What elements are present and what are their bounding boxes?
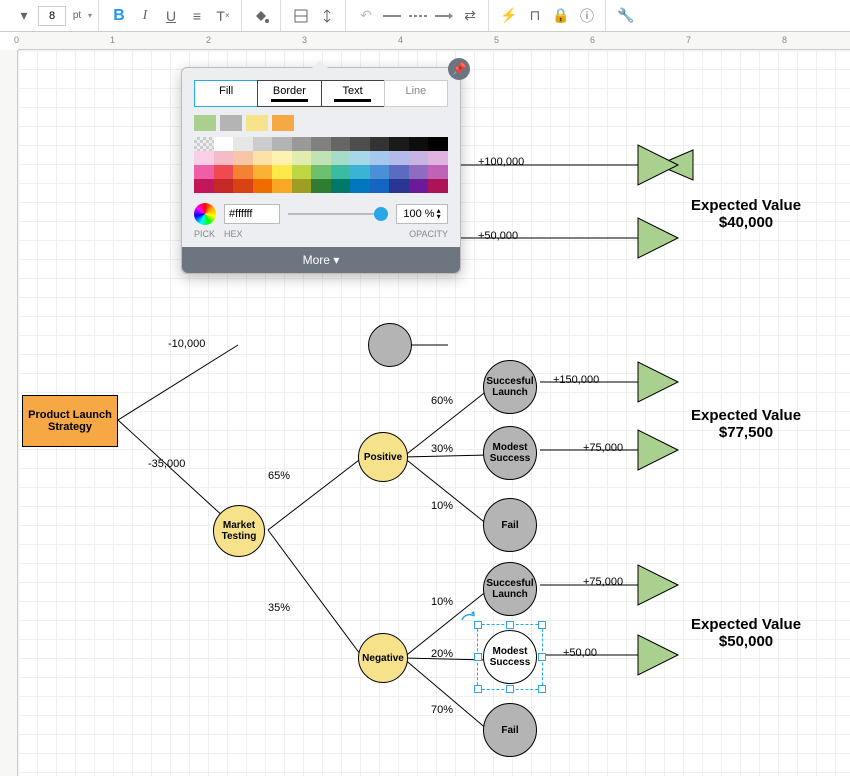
underline-button[interactable]: U xyxy=(159,4,183,28)
swatch[interactable] xyxy=(220,115,242,131)
pct-label: 20% xyxy=(431,648,453,660)
node-fail-1[interactable]: Fail xyxy=(483,498,537,552)
opacity-input[interactable]: 100 %▴▾ xyxy=(396,204,448,224)
swap-icon[interactable]: ⇄ xyxy=(458,4,482,28)
tab-border[interactable]: Border xyxy=(257,80,321,107)
node-negative[interactable]: Negative xyxy=(358,633,408,683)
pct-label: 70% xyxy=(431,704,453,716)
arrow-icon[interactable] xyxy=(432,4,456,28)
value-label: +150,000 xyxy=(553,374,599,386)
text-style-button[interactable]: T× xyxy=(211,4,235,28)
pct-label: 60% xyxy=(431,395,453,407)
more-button[interactable]: More ▾ xyxy=(182,247,460,273)
pct-label: 65% xyxy=(268,470,290,482)
toolbar: ▾ pt ▾ B I U ≡ T× ↶ ⇄ ⚡ ⊓ 🔒 ⓘ 🔧 xyxy=(0,0,850,32)
bolt-icon[interactable]: ⚡ xyxy=(497,4,521,28)
color-palette xyxy=(194,137,448,193)
root-node[interactable]: Product Launch Strategy xyxy=(22,395,118,447)
font-unit-label: pt xyxy=(68,4,86,28)
dropdown-icon[interactable]: ▾ xyxy=(12,4,36,28)
opacity-slider[interactable] xyxy=(288,207,388,221)
node-success-1[interactable]: Succesful Launch xyxy=(483,360,537,414)
tab-fill[interactable]: Fill xyxy=(194,80,258,107)
expected-value-3: Expected Value$50,000 xyxy=(691,616,801,650)
tab-text[interactable]: Text xyxy=(321,80,385,107)
selection-box xyxy=(477,624,543,690)
canvas[interactable]: Product Launch Strategy Market Testing P… xyxy=(18,50,850,776)
pct-label: 10% xyxy=(431,500,453,512)
color-popup: 📌 Fill Border Text Line xyxy=(181,67,461,274)
node-partial-top[interactable] xyxy=(368,323,412,367)
align-button[interactable]: ≡ xyxy=(185,4,209,28)
node-success-2[interactable]: Succesful Launch xyxy=(483,562,537,616)
pct-label: 30% xyxy=(431,443,453,455)
layout-button[interactable] xyxy=(289,4,313,28)
info-icon[interactable]: ⓘ xyxy=(575,4,599,28)
swatch[interactable] xyxy=(272,115,294,131)
pct-label: 10% xyxy=(431,596,453,608)
ruler-vertical xyxy=(0,50,18,776)
ruler-horizontal: 0 1 2 3 4 5 6 7 8 xyxy=(18,32,850,50)
edge-label: -10,000 xyxy=(168,338,205,350)
fill-icon[interactable] xyxy=(250,4,274,28)
pct-label: 35% xyxy=(268,602,290,614)
expected-value-1: Expected Value$40,000 xyxy=(691,197,801,231)
font-size-input[interactable] xyxy=(38,6,66,26)
italic-button[interactable]: I xyxy=(133,4,157,28)
value-label: +50,00 xyxy=(563,647,597,659)
color-wheel-icon[interactable] xyxy=(194,203,216,225)
node-market-testing[interactable]: Market Testing xyxy=(213,505,265,557)
hex-input[interactable] xyxy=(224,204,280,224)
bold-button[interactable]: B xyxy=(107,4,131,28)
lock-icon[interactable]: 🔒 xyxy=(549,4,573,28)
node-positive[interactable]: Positive xyxy=(358,432,408,482)
line-dash-icon[interactable] xyxy=(406,4,430,28)
swatch[interactable] xyxy=(194,115,216,131)
value-label: +75,000 xyxy=(583,442,623,454)
arrange-button[interactable] xyxy=(315,4,339,28)
swatch-transparent[interactable] xyxy=(194,137,214,151)
recent-swatches xyxy=(194,115,448,131)
wrench-icon[interactable]: 🔧 xyxy=(614,4,638,28)
undo-icon[interactable]: ↶ xyxy=(354,4,378,28)
node-fail-2[interactable]: Fail xyxy=(483,703,537,757)
node-modest-1[interactable]: Modest Success xyxy=(483,426,537,480)
magnet-icon[interactable]: ⊓ xyxy=(523,4,547,28)
edge-label: -35,000 xyxy=(148,458,185,470)
value-label: +75,000 xyxy=(583,576,623,588)
swatch[interactable] xyxy=(246,115,268,131)
value-label: +50,000 xyxy=(478,230,518,242)
line-solid-icon[interactable] xyxy=(380,4,404,28)
pin-icon[interactable]: 📌 xyxy=(448,58,470,80)
value-label: +100,000 xyxy=(478,156,524,168)
dropdown-icon[interactable]: ▾ xyxy=(88,11,92,20)
expected-value-2: Expected Value$77,500 xyxy=(691,407,801,441)
tab-line[interactable]: Line xyxy=(384,80,448,107)
